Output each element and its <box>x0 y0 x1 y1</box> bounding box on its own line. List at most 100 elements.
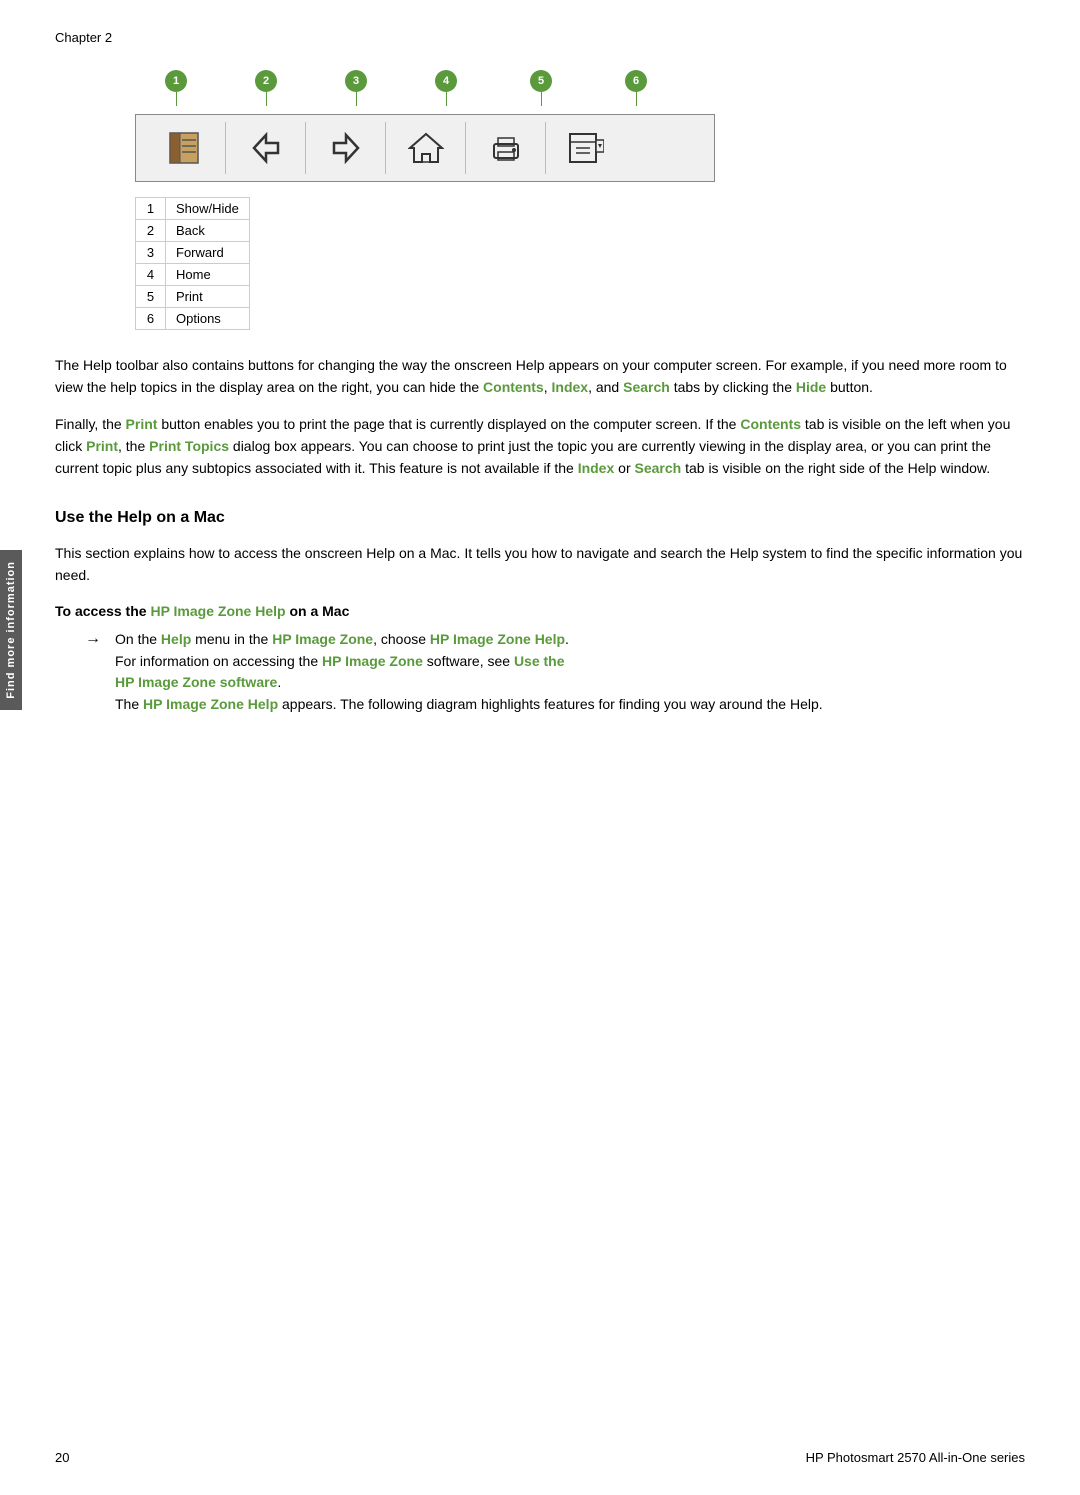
show-hide-svg <box>168 130 204 166</box>
legend-row-2: 2 Back <box>136 220 250 242</box>
index-link-1[interactable]: Index <box>552 379 589 395</box>
legend-label-1: Show/Hide <box>166 198 250 220</box>
contents-link-2[interactable]: Contents <box>740 416 801 432</box>
sub-heading-text-2: on a Mac <box>286 603 350 619</box>
options-svg <box>568 130 604 166</box>
num-line-2 <box>266 92 267 106</box>
arrow-text-8: The <box>115 696 143 712</box>
legend-label-2: Back <box>166 220 250 242</box>
legend-row-1: 1 Show/Hide <box>136 198 250 220</box>
legend-num-5: 5 <box>136 286 166 308</box>
search-link-1[interactable]: Search <box>623 379 670 395</box>
legend-num-6: 6 <box>136 308 166 330</box>
arrow-text-9: appears. The following diagram highlight… <box>278 696 823 712</box>
p1-text-3: , and <box>588 379 623 395</box>
legend-num-2: 2 <box>136 220 166 242</box>
arrow-text-7: . <box>277 674 281 690</box>
num-label-6: 6 <box>625 70 647 106</box>
page-container: Find more information Chapter 2 1 2 3 <box>0 0 1080 1495</box>
legend-num-4: 4 <box>136 264 166 286</box>
num-line-3 <box>356 92 357 106</box>
section-heading: Use the Help on a Mac <box>55 509 1025 527</box>
p2-text-1: Finally, the <box>55 416 126 432</box>
p1-text-4: tabs by clicking the <box>670 379 796 395</box>
paragraph-2: Finally, the Print button enables you to… <box>55 414 1025 479</box>
help-menu-link[interactable]: Help <box>161 631 191 647</box>
forward-svg <box>328 130 364 166</box>
legend-num-1: 1 <box>136 198 166 220</box>
back-svg <box>248 130 284 166</box>
toolbar-diagram: 1 2 3 4 5 <box>135 70 715 330</box>
num-circle-5: 5 <box>530 70 552 92</box>
contents-link-1[interactable]: Contents <box>483 379 544 395</box>
num-circle-6: 6 <box>625 70 647 92</box>
search-link-2[interactable]: Search <box>635 460 682 476</box>
num-line-5 <box>541 92 542 106</box>
arrow-text-3: , choose <box>373 631 430 647</box>
options-icon <box>546 122 626 174</box>
sub-heading: To access the HP Image Zone Help on a Ma… <box>55 603 1025 619</box>
home-icon <box>386 122 466 174</box>
num-circle-1: 1 <box>165 70 187 92</box>
p2-text-7: tab is visible on the right side of the … <box>681 460 990 476</box>
num-line-6 <box>636 92 637 106</box>
legend-label-6: Options <box>166 308 250 330</box>
print-icon <box>466 122 546 174</box>
p2-text-6: or <box>614 460 634 476</box>
arrow-content: On the Help menu in the HP Image Zone, c… <box>115 629 823 716</box>
hp-image-zone-help-link-2[interactable]: HP Image Zone Help <box>143 696 278 712</box>
home-svg <box>408 130 444 166</box>
section-intro: This section explains how to access the … <box>55 543 1025 586</box>
p1-text-2: , <box>544 379 552 395</box>
side-tab-text: Find more information <box>5 561 17 699</box>
legend-label-5: Print <box>166 286 250 308</box>
num-label-5: 5 <box>530 70 552 106</box>
arrow-text-1: On the <box>115 631 161 647</box>
num-label-3: 3 <box>345 70 367 106</box>
footer-product: HP Photosmart 2570 All-in-One series <box>806 1450 1025 1465</box>
forward-icon <box>306 122 386 174</box>
arrow-text-5: For information on accessing the <box>115 653 322 669</box>
legend-label-3: Forward <box>166 242 250 264</box>
hp-image-zone-link-2[interactable]: HP Image Zone <box>322 653 423 669</box>
print-link-2[interactable]: Print <box>86 438 118 454</box>
arrow-icon: → <box>85 630 101 648</box>
arrow-text-4: . <box>565 631 569 647</box>
number-labels-row: 1 2 3 4 5 <box>135 70 715 110</box>
hide-link[interactable]: Hide <box>796 379 826 395</box>
legend-row-5: 5 Print <box>136 286 250 308</box>
sub-heading-text-1: To access the <box>55 603 150 619</box>
legend-row-6: 6 Options <box>136 308 250 330</box>
arrow-list-item: → On the Help menu in the HP Image Zone,… <box>85 629 1025 716</box>
legend-row-3: 3 Forward <box>136 242 250 264</box>
p1-text-5: button. <box>826 379 873 395</box>
show-hide-icon <box>146 122 226 174</box>
num-label-1: 1 <box>165 70 187 106</box>
hp-image-zone-help-link-1[interactable]: HP Image Zone Help <box>430 631 565 647</box>
hp-image-zone-link-1[interactable]: HP Image Zone <box>272 631 373 647</box>
chapter-heading: Chapter 2 <box>55 30 1025 45</box>
num-circle-4: 4 <box>435 70 457 92</box>
legend-row-4: 4 Home <box>136 264 250 286</box>
footer-page-num: 20 <box>55 1450 69 1465</box>
print-topics-link[interactable]: Print Topics <box>149 438 229 454</box>
p2-text-4: , the <box>118 438 149 454</box>
toolbar-box <box>135 114 715 182</box>
legend-label-4: Home <box>166 264 250 286</box>
print-svg <box>488 130 524 166</box>
num-line-4 <box>446 92 447 106</box>
num-line-1 <box>176 92 177 106</box>
num-label-4: 4 <box>435 70 457 106</box>
main-content: Chapter 2 1 2 3 4 <box>55 0 1025 716</box>
page-footer: 20 HP Photosmart 2570 All-in-One series <box>55 1450 1025 1465</box>
num-label-2: 2 <box>255 70 277 106</box>
legend-num-3: 3 <box>136 242 166 264</box>
legend-table: 1 Show/Hide 2 Back 3 Forward 4 Home <box>135 197 250 330</box>
hp-image-zone-help-link-sub[interactable]: HP Image Zone Help <box>150 603 285 619</box>
print-link-1[interactable]: Print <box>126 416 158 432</box>
num-circle-2: 2 <box>255 70 277 92</box>
index-link-2[interactable]: Index <box>578 460 615 476</box>
num-circle-3: 3 <box>345 70 367 92</box>
back-icon <box>226 122 306 174</box>
p2-text-2: button enables you to print the page tha… <box>157 416 740 432</box>
